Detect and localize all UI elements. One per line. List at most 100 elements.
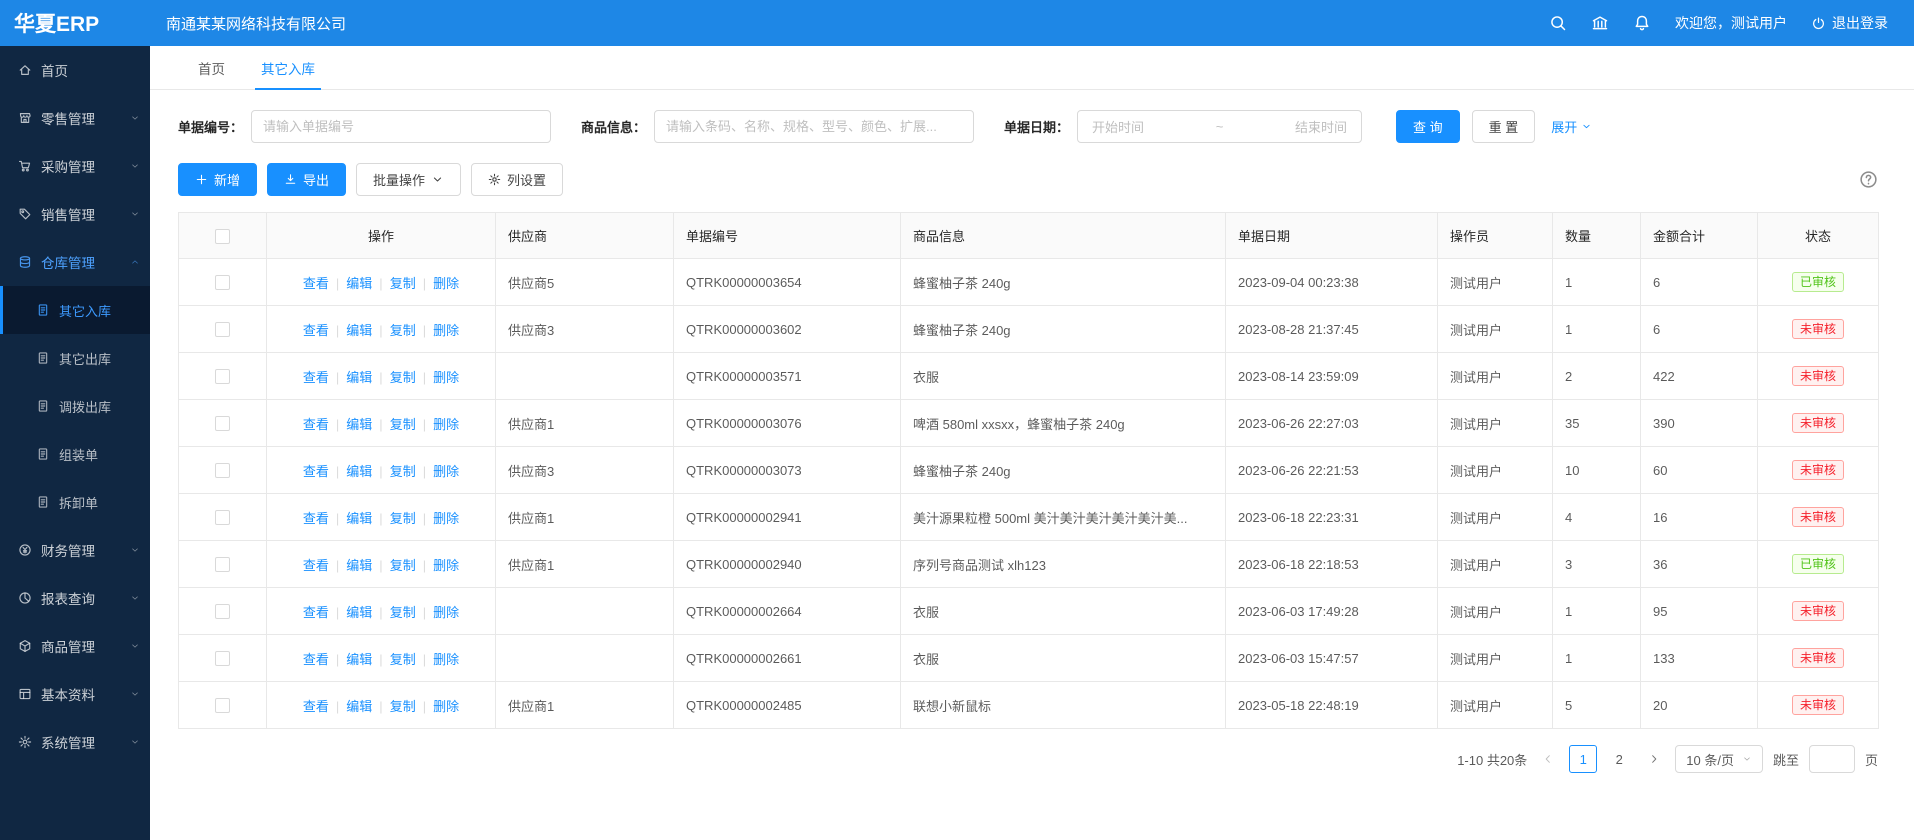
jump-page-input[interactable]	[1809, 745, 1855, 773]
bell-icon[interactable]	[1633, 14, 1651, 32]
sidebar-item-other-outbound[interactable]: 其它出库	[0, 334, 150, 382]
copy-link[interactable]: 复制	[390, 417, 416, 432]
row-checkbox[interactable]	[215, 463, 230, 478]
sidebar-item-disassembly-order[interactable]: 拆卸单	[0, 478, 150, 526]
sidebar-item-basic-data[interactable]: 基本资料	[0, 670, 150, 718]
view-link[interactable]: 查看	[303, 370, 329, 385]
page-1-button[interactable]: 1	[1569, 745, 1597, 773]
delete-link[interactable]: 删除	[433, 417, 459, 432]
download-icon	[284, 173, 297, 186]
view-link[interactable]: 查看	[303, 323, 329, 338]
export-button[interactable]: 导出	[267, 163, 346, 196]
tab-other-inbound[interactable]: 其它入库	[243, 46, 333, 89]
date-end-placeholder[interactable]: 结束时间	[1295, 117, 1347, 136]
copy-link[interactable]: 复制	[390, 370, 416, 385]
delete-link[interactable]: 删除	[433, 605, 459, 620]
logout-button[interactable]: 退出登录	[1811, 13, 1888, 33]
sidebar-item-transfer-outbound[interactable]: 调拨出库	[0, 382, 150, 430]
sidebar-item-assembly-order[interactable]: 组装单	[0, 430, 150, 478]
edit-link[interactable]: 编辑	[346, 417, 372, 432]
page-2-button[interactable]: 2	[1605, 745, 1633, 773]
sidebar-item-home[interactable]: 首页	[0, 46, 150, 94]
row-checkbox[interactable]	[215, 275, 230, 290]
view-link[interactable]: 查看	[303, 276, 329, 291]
edit-link[interactable]: 编辑	[346, 511, 372, 526]
sidebar-item-sales[interactable]: 销售管理	[0, 190, 150, 238]
next-page-button[interactable]	[1643, 748, 1665, 770]
action-separator: |	[379, 464, 382, 479]
row-checkbox[interactable]	[215, 369, 230, 384]
copy-link[interactable]: 复制	[390, 323, 416, 338]
edit-link[interactable]: 编辑	[346, 370, 372, 385]
reset-button[interactable]: 重 置	[1472, 110, 1536, 143]
welcome-user-text[interactable]: 欢迎您，测试用户	[1675, 13, 1787, 33]
sidebar-item-finance[interactable]: 财务管理	[0, 526, 150, 574]
delete-link[interactable]: 删除	[433, 652, 459, 667]
date-start-placeholder[interactable]: 开始时间	[1092, 117, 1144, 136]
delete-link[interactable]: 删除	[433, 558, 459, 573]
sidebar-item-reports[interactable]: 报表查询	[0, 574, 150, 622]
edit-link[interactable]: 编辑	[346, 605, 372, 620]
select-all-checkbox[interactable]	[215, 229, 230, 244]
delete-link[interactable]: 删除	[433, 511, 459, 526]
cell-amount: 60	[1641, 447, 1758, 494]
edit-link[interactable]: 编辑	[346, 652, 372, 667]
copy-link[interactable]: 复制	[390, 558, 416, 573]
edit-link[interactable]: 编辑	[346, 699, 372, 714]
row-checkbox[interactable]	[215, 416, 230, 431]
search-icon[interactable]	[1549, 14, 1567, 32]
copy-link[interactable]: 复制	[390, 276, 416, 291]
app-logo[interactable]: 华夏ERP	[0, 8, 150, 38]
row-checkbox[interactable]	[215, 698, 230, 713]
doc-no-input[interactable]	[251, 110, 551, 143]
sidebar-item-purchase[interactable]: 采购管理	[0, 142, 150, 190]
action-separator: |	[379, 370, 382, 385]
edit-link[interactable]: 编辑	[346, 464, 372, 479]
sidebar-item-goods[interactable]: 商品管理	[0, 622, 150, 670]
copy-link[interactable]: 复制	[390, 511, 416, 526]
copy-link[interactable]: 复制	[390, 605, 416, 620]
copy-link[interactable]: 复制	[390, 464, 416, 479]
view-link[interactable]: 查看	[303, 652, 329, 667]
row-checkbox[interactable]	[215, 322, 230, 337]
row-checkbox[interactable]	[215, 651, 230, 666]
help-icon[interactable]	[1859, 170, 1878, 189]
column-settings-button[interactable]: 列设置	[471, 163, 563, 196]
action-separator: |	[336, 370, 339, 385]
expand-link[interactable]: 展开	[1551, 117, 1592, 136]
delete-link[interactable]: 删除	[433, 276, 459, 291]
row-checkbox[interactable]	[215, 510, 230, 525]
copy-link[interactable]: 复制	[390, 699, 416, 714]
view-link[interactable]: 查看	[303, 699, 329, 714]
date-range-picker[interactable]: 开始时间 ~ 结束时间	[1077, 110, 1362, 143]
delete-link[interactable]: 删除	[433, 323, 459, 338]
edit-link[interactable]: 编辑	[346, 323, 372, 338]
delete-link[interactable]: 删除	[433, 699, 459, 714]
edit-link[interactable]: 编辑	[346, 276, 372, 291]
delete-link[interactable]: 删除	[433, 370, 459, 385]
page-size-select[interactable]: 10 条/页	[1675, 745, 1763, 773]
edit-link[interactable]: 编辑	[346, 558, 372, 573]
tab-home[interactable]: 首页	[180, 46, 243, 89]
copy-link[interactable]: 复制	[390, 652, 416, 667]
view-link[interactable]: 查看	[303, 511, 329, 526]
product-input[interactable]	[654, 110, 974, 143]
sidebar-item-system[interactable]: 系统管理	[0, 718, 150, 766]
cell-date: 2023-06-26 22:27:03	[1226, 400, 1438, 447]
delete-link[interactable]: 删除	[433, 464, 459, 479]
view-link[interactable]: 查看	[303, 417, 329, 432]
cell-status: 未审核	[1758, 494, 1879, 541]
view-link[interactable]: 查看	[303, 605, 329, 620]
sidebar-item-warehouse[interactable]: 仓库管理	[0, 238, 150, 286]
search-button[interactable]: 查 询	[1396, 110, 1460, 143]
view-link[interactable]: 查看	[303, 464, 329, 479]
bank-icon[interactable]	[1591, 14, 1609, 32]
view-link[interactable]: 查看	[303, 558, 329, 573]
sidebar-item-other-inbound[interactable]: 其它入库	[0, 286, 150, 334]
sidebar-item-retail[interactable]: 零售管理	[0, 94, 150, 142]
row-checkbox[interactable]	[215, 604, 230, 619]
batch-actions-button[interactable]: 批量操作	[356, 163, 461, 196]
row-checkbox[interactable]	[215, 557, 230, 572]
prev-page-button[interactable]	[1537, 748, 1559, 770]
add-button[interactable]: 新增	[178, 163, 257, 196]
